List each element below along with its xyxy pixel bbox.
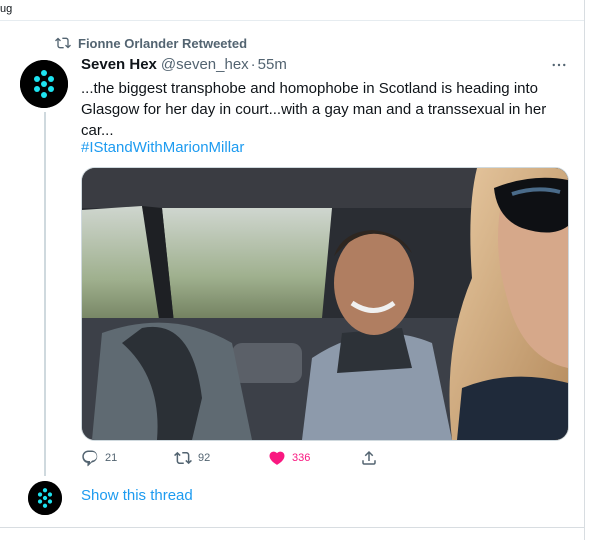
tweet-photo[interactable] [81, 167, 569, 441]
reply-button[interactable]: 21 [81, 449, 117, 467]
show-thread-link[interactable]: Show this thread [81, 487, 193, 504]
user-handle[interactable]: @seven_hex [161, 56, 249, 73]
tweet-time[interactable]: 55m [258, 56, 287, 73]
like-button[interactable]: 336 [268, 449, 310, 467]
display-name[interactable]: Seven Hex [81, 56, 157, 73]
share-button[interactable] [360, 449, 378, 467]
top-divider [0, 20, 584, 21]
right-border [584, 0, 585, 540]
avatar[interactable] [20, 60, 68, 108]
hashtag-link[interactable]: #IStandWithMarionMillar [81, 139, 244, 156]
reply-icon [82, 450, 98, 467]
bottom-divider [0, 527, 584, 528]
tweet-actions: 21 92 336 [81, 449, 381, 467]
retweet-label: Fionne Orlander Retweeted [78, 35, 248, 51]
retweet-count: 92 [198, 452, 211, 464]
car-selfie-photo [82, 168, 568, 440]
heart-icon [269, 451, 285, 465]
share-icon [362, 450, 376, 465]
separator-dot: · [250, 56, 256, 73]
page-header-fragment: ug [0, 3, 13, 15]
avatar-dots-icon [28, 481, 62, 515]
thread-avatar[interactable] [28, 481, 62, 515]
retweet-context[interactable]: Fionne Orlander Retweeted [54, 34, 247, 52]
retweet-icon [55, 37, 71, 49]
retweet-icon [174, 451, 192, 465]
thread-line [44, 112, 46, 476]
retweet-button[interactable]: 92 [174, 449, 210, 467]
avatar-dots-icon [20, 60, 68, 108]
more-options-icon[interactable] [550, 56, 568, 74]
reply-count: 21 [105, 452, 118, 464]
tweet-header: Seven Hex @seven_hex · 55m [81, 56, 287, 73]
tweet-text: ...the biggest transphobe and homophobe … [81, 80, 547, 139]
like-count: 336 [292, 452, 311, 464]
